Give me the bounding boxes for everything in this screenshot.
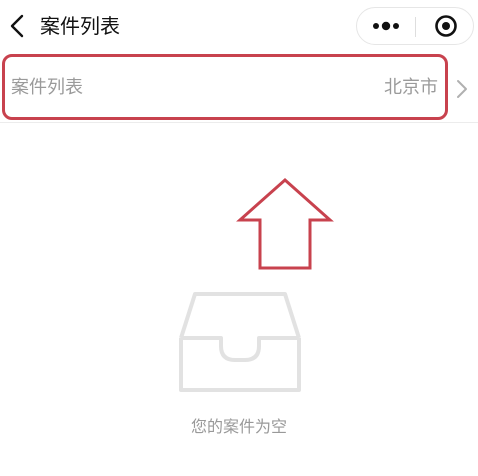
back-chevron-icon[interactable] [6, 12, 30, 40]
miniprogram-capsule [356, 7, 474, 45]
chevron-right-icon [457, 80, 467, 98]
empty-inbox-icon [179, 292, 301, 392]
more-button[interactable] [357, 8, 415, 44]
up-arrow-icon [236, 177, 334, 270]
target-close-icon [435, 15, 457, 37]
row-label: 案件列表 [11, 77, 83, 98]
close-miniprogram-button[interactable] [416, 8, 474, 44]
selected-city: 北京市 [384, 77, 438, 98]
row-divider [0, 122, 478, 123]
page-title: 案件列表 [40, 14, 120, 38]
more-dots-icon [373, 21, 399, 31]
case-list-page: 案件列表 案件列表 北京市 您的案件为空 [0, 0, 478, 476]
city-selector-row[interactable]: 案件列表 北京市 [0, 52, 478, 124]
empty-state-message: 您的案件为空 [190, 417, 287, 436]
nav-bar: 案件列表 [0, 0, 478, 52]
